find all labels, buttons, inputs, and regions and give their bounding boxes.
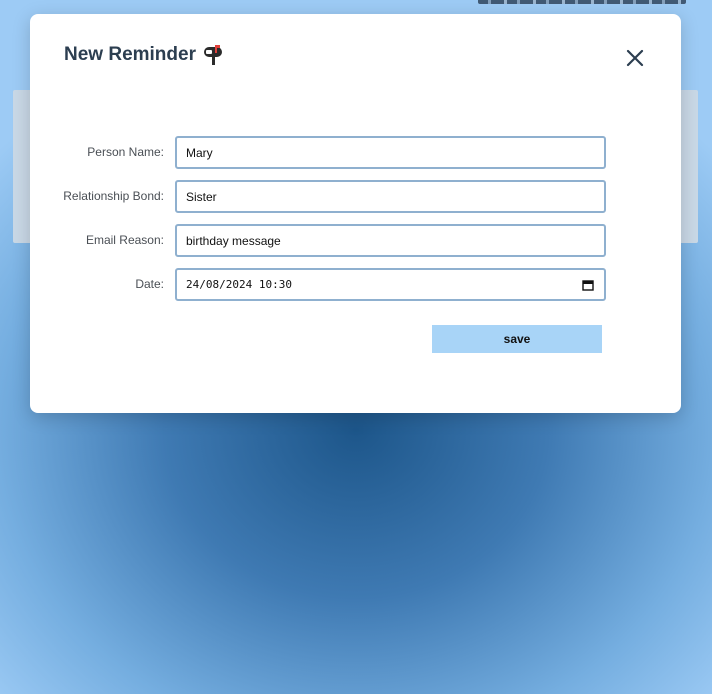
date-label: Date:	[135, 277, 164, 291]
relationship-bond-label: Relationship Bond:	[63, 189, 164, 203]
new-reminder-modal: New Reminder Person Name: Mary Relations…	[30, 14, 681, 413]
modal-title-text: New Reminder	[64, 44, 196, 65]
calendar-icon[interactable]	[582, 279, 594, 291]
mailbox-icon	[202, 44, 226, 66]
email-reason-input[interactable]: birthday message	[175, 224, 606, 257]
person-name-label: Person Name:	[87, 145, 164, 159]
date-input[interactable]: 24/08/2024 10:30	[175, 268, 606, 301]
modal-title: New Reminder	[64, 44, 226, 66]
relationship-bond-input[interactable]: Sister	[175, 180, 606, 213]
date-value: 24/08/2024 10:30	[186, 278, 292, 291]
date-row: Date: 24/08/2024 10:30	[30, 268, 681, 302]
relationship-bond-row: Relationship Bond: Sister	[30, 180, 681, 214]
email-reason-label: Email Reason:	[85, 233, 164, 247]
email-reason-row: Email Reason: birthday message	[30, 224, 681, 258]
save-button[interactable]: save	[432, 325, 602, 353]
person-name-row: Person Name: Mary	[30, 136, 681, 170]
close-button[interactable]	[624, 47, 646, 69]
close-icon	[626, 49, 644, 67]
background-scribble	[478, 0, 686, 4]
person-name-input[interactable]: Mary	[175, 136, 606, 169]
